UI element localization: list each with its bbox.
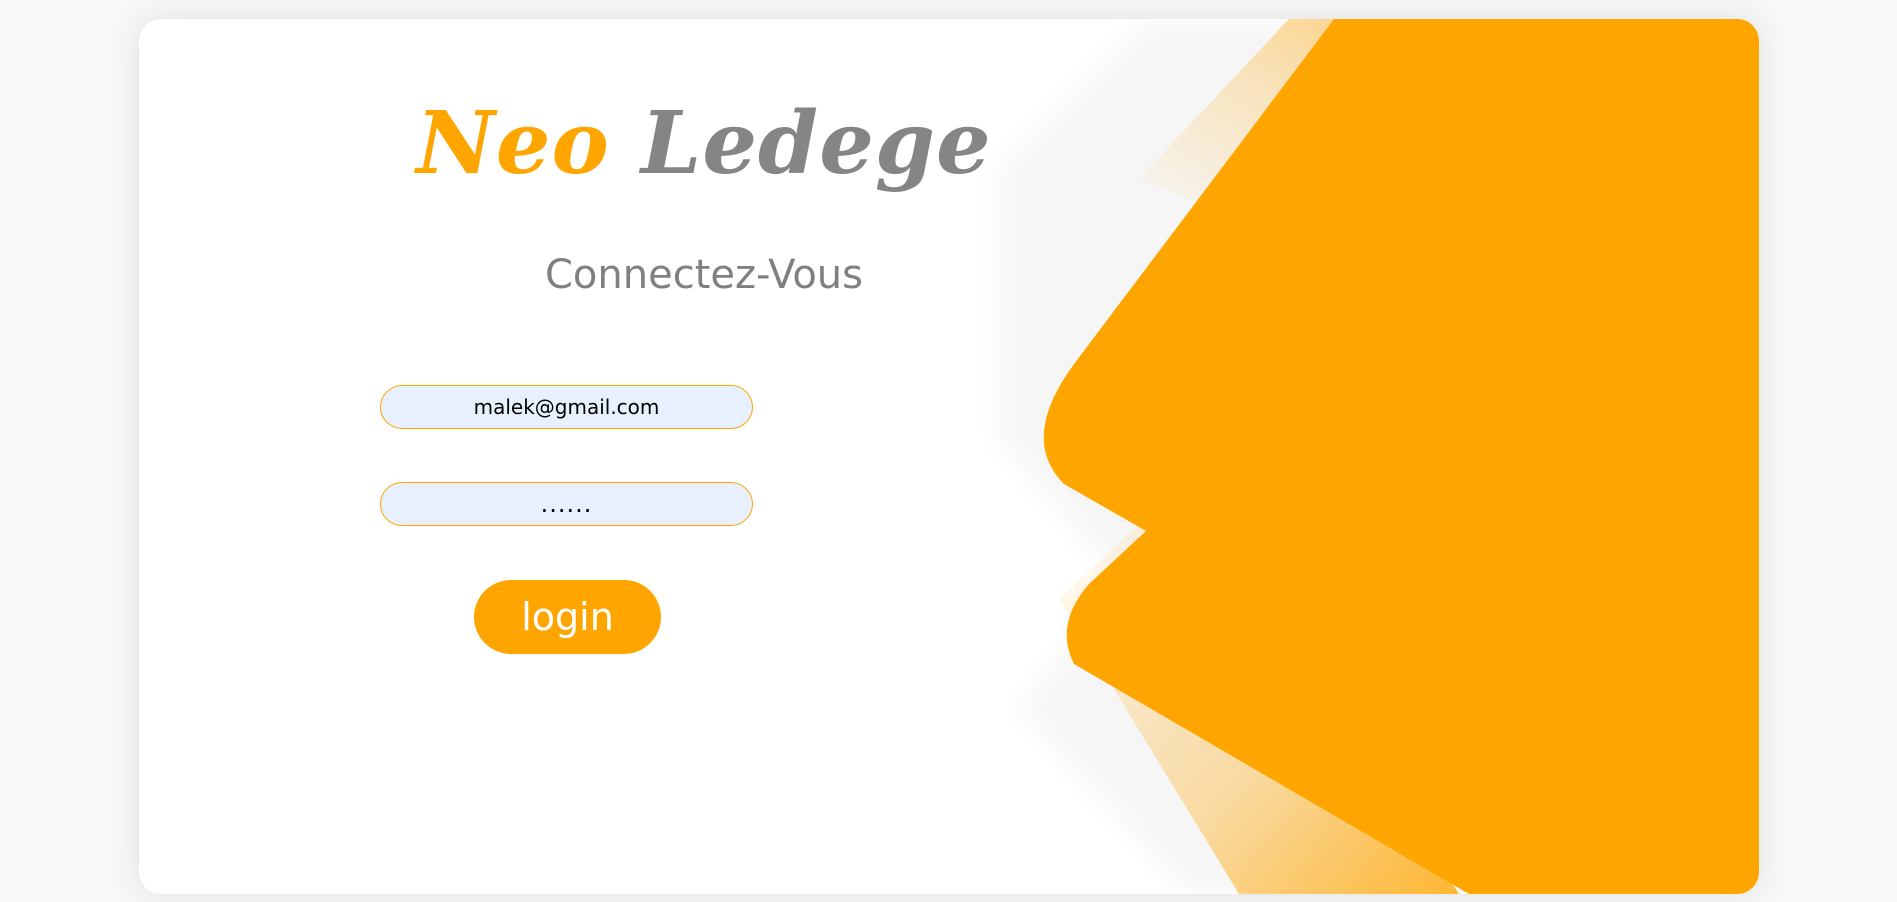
login-button[interactable]: login [474, 580, 661, 654]
brand-word-neo: Neo [416, 93, 610, 194]
password-field[interactable] [380, 482, 753, 526]
brand-word-ledege: Ledege [640, 93, 992, 194]
login-card: Neo Ledege Connectez-Vous login [139, 19, 1759, 894]
brand-logo: Neo Ledege [354, 101, 1054, 187]
page: Neo Ledege Connectez-Vous login [0, 0, 1897, 902]
login-heading: Connectez-Vous [544, 252, 863, 298]
email-field[interactable] [380, 385, 753, 429]
